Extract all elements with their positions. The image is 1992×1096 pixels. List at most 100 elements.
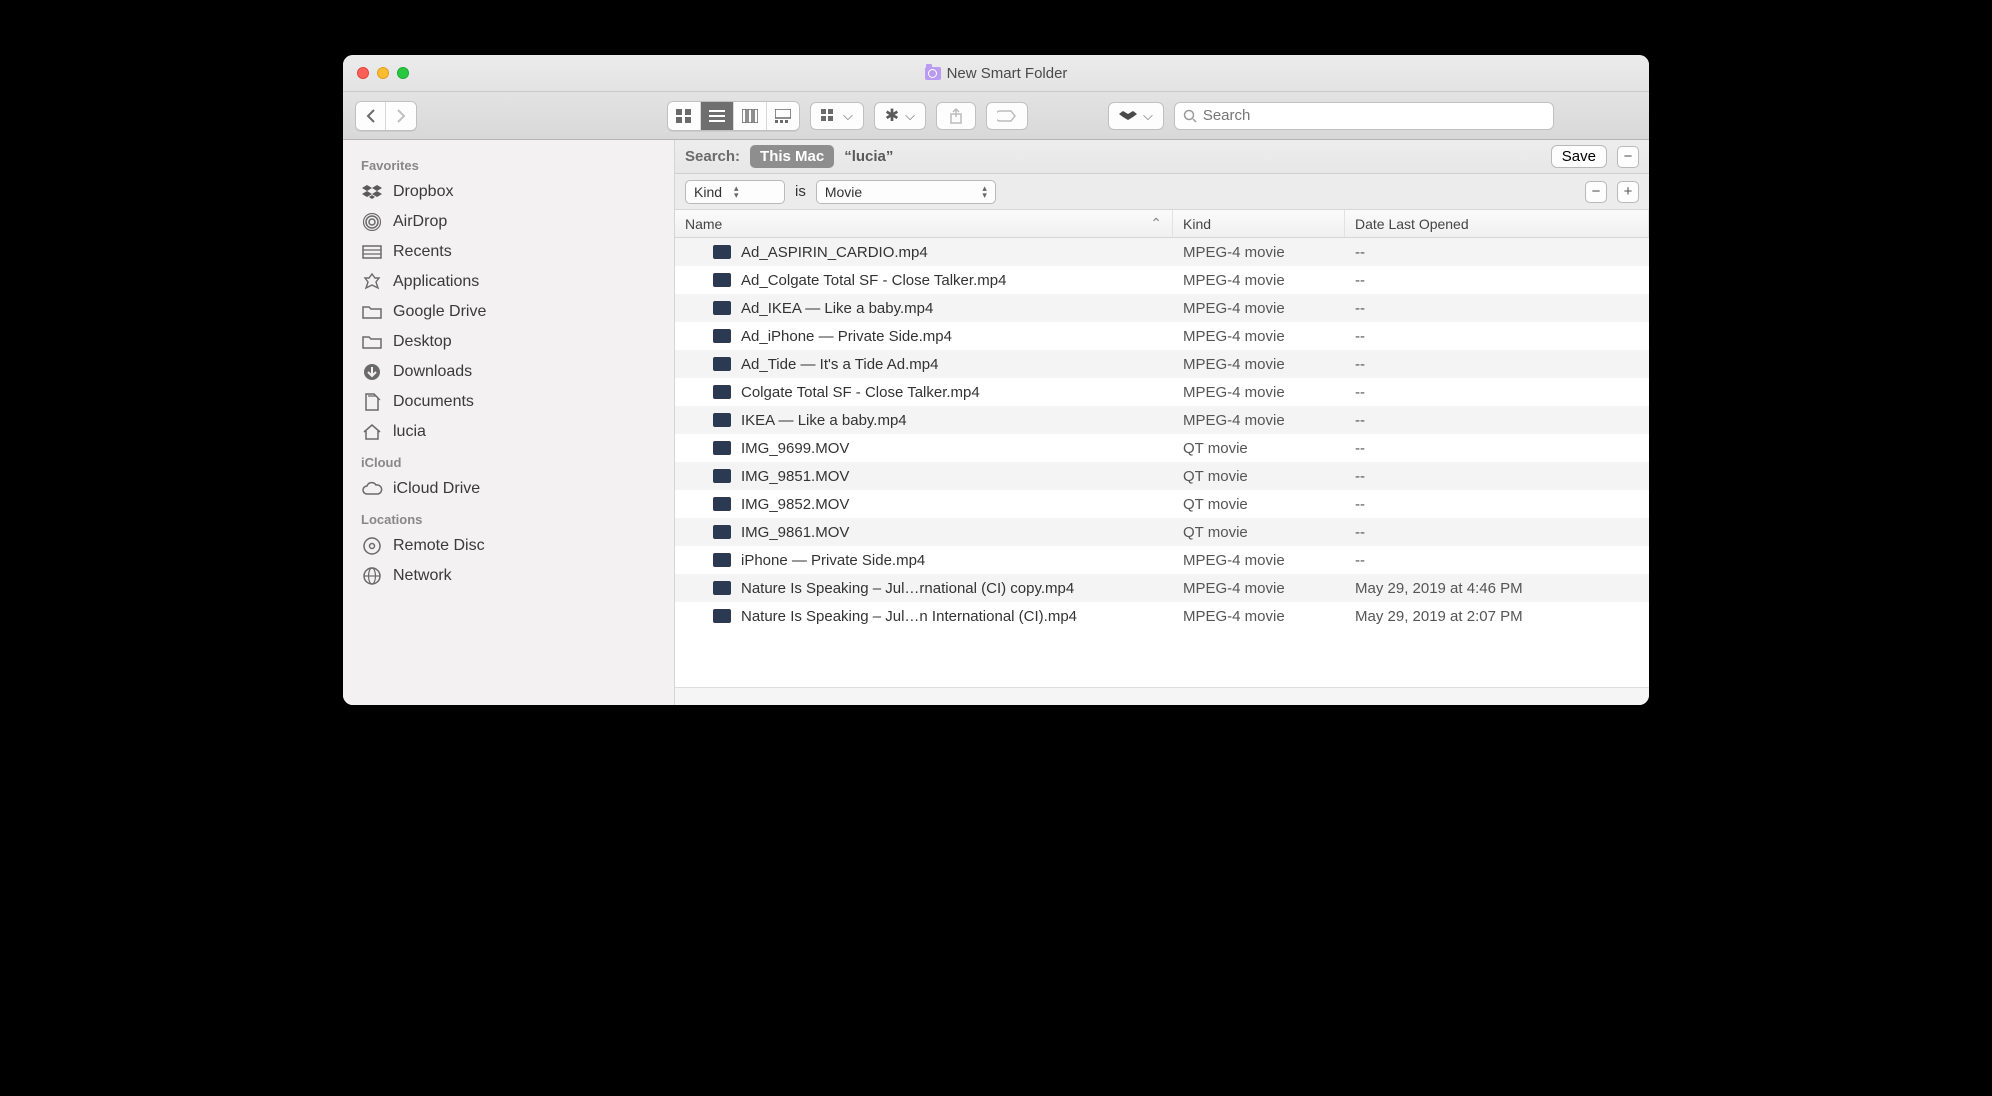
window-title: New Smart Folder — [343, 65, 1649, 82]
forward-button[interactable] — [386, 102, 416, 130]
icon-view-button[interactable] — [668, 102, 701, 130]
file-row[interactable]: Ad_ASPIRIN_CARDIO.mp4MPEG-4 movie-- — [675, 238, 1649, 266]
file-kind: MPEG-4 movie — [1173, 300, 1345, 317]
sort-ascending-icon: ⌃ — [1150, 215, 1162, 232]
criteria-attribute-value: Kind — [694, 184, 722, 200]
close-window-button[interactable] — [357, 67, 369, 79]
sidebar-item-label: Desktop — [393, 333, 452, 351]
scope-bar: Search: This Mac “lucia” Save − — [675, 140, 1649, 174]
sidebar-item-google-drive[interactable]: Google Drive — [343, 297, 674, 327]
sidebar-item-label: Recents — [393, 243, 452, 261]
sidebar-item-downloads[interactable]: Downloads — [343, 357, 674, 387]
file-row[interactable]: Nature Is Speaking – Jul…n International… — [675, 602, 1649, 630]
remove-criteria-button[interactable]: − — [1585, 181, 1607, 203]
file-row[interactable]: iPhone — Private Side.mp4MPEG-4 movie-- — [675, 546, 1649, 574]
file-row[interactable]: Colgate Total SF - Close Talker.mp4MPEG-… — [675, 378, 1649, 406]
column-kind[interactable]: Kind — [1173, 210, 1345, 237]
sidebar-item-airdrop[interactable]: AirDrop — [343, 207, 674, 237]
file-date: -- — [1345, 440, 1649, 457]
sidebar-item-label: Google Drive — [393, 303, 486, 321]
gallery-view-button[interactable] — [767, 102, 799, 130]
file-kind: QT movie — [1173, 440, 1345, 457]
search-input[interactable] — [1203, 107, 1545, 124]
file-row[interactable]: IMG_9699.MOVQT movie-- — [675, 434, 1649, 462]
file-row[interactable]: IKEA — Like a baby.mp4MPEG-4 movie-- — [675, 406, 1649, 434]
dropbox-toolbar-button[interactable]: ⌵ — [1108, 102, 1164, 130]
toolbar: ⌵ ✱ ⌵ ⌵ — [343, 92, 1649, 140]
nav-buttons — [355, 101, 417, 131]
window-title-text: New Smart Folder — [947, 65, 1068, 82]
airdrop-icon — [361, 213, 383, 231]
file-kind: MPEG-4 movie — [1173, 580, 1345, 597]
file-thumbnail-icon — [713, 497, 731, 511]
sidebar-item-recents[interactable]: Recents — [343, 237, 674, 267]
search-field[interactable] — [1174, 102, 1554, 130]
scope-folder[interactable]: “lucia” — [844, 148, 893, 165]
sidebar-item-dropbox[interactable]: Dropbox — [343, 177, 674, 207]
chevron-down-icon: ⌵ — [843, 108, 853, 124]
traffic-lights — [343, 67, 409, 79]
tags-button[interactable] — [986, 102, 1028, 130]
zoom-window-button[interactable] — [397, 67, 409, 79]
horizontal-scrollbar[interactable] — [675, 687, 1649, 705]
back-button[interactable] — [356, 102, 386, 130]
sidebar-item-documents[interactable]: Documents — [343, 387, 674, 417]
sidebar-item-remote-disc[interactable]: Remote Disc — [343, 531, 674, 561]
file-row[interactable]: Ad_Colgate Total SF - Close Talker.mp4MP… — [675, 266, 1649, 294]
sidebar-item-desktop[interactable]: Desktop — [343, 327, 674, 357]
file-row[interactable]: Ad_Tide — It's a Tide Ad.mp4MPEG-4 movie… — [675, 350, 1649, 378]
group-by-button[interactable]: ⌵ — [810, 102, 864, 130]
file-row[interactable]: IMG_9851.MOVQT movie-- — [675, 462, 1649, 490]
file-name: Colgate Total SF - Close Talker.mp4 — [741, 384, 980, 401]
file-kind: MPEG-4 movie — [1173, 244, 1345, 261]
file-date: May 29, 2019 at 2:07 PM — [1345, 608, 1649, 625]
sidebar-item-lucia[interactable]: lucia — [343, 417, 674, 447]
file-thumbnail-icon — [713, 273, 731, 287]
disc-icon — [361, 537, 383, 555]
file-row[interactable]: IMG_9852.MOVQT movie-- — [675, 490, 1649, 518]
file-kind: MPEG-4 movie — [1173, 608, 1345, 625]
sidebar-item-icloud-drive[interactable]: iCloud Drive — [343, 474, 674, 504]
column-view-button[interactable] — [734, 102, 767, 130]
criteria-value-combo[interactable]: Movie ▴▾ — [816, 180, 996, 204]
file-name: iPhone — Private Side.mp4 — [741, 552, 925, 569]
sidebar-item-applications[interactable]: Applications — [343, 267, 674, 297]
file-row[interactable]: Ad_iPhone — Private Side.mp4MPEG-4 movie… — [675, 322, 1649, 350]
sidebar-item-label: Downloads — [393, 363, 472, 381]
share-button[interactable] — [936, 102, 976, 130]
column-header: Name ⌃ Kind Date Last Opened — [675, 210, 1649, 238]
chevron-down-icon: ⌵ — [905, 108, 915, 124]
file-row[interactable]: IMG_9861.MOVQT movie-- — [675, 518, 1649, 546]
updown-icon: ▴▾ — [734, 185, 739, 199]
folder-icon — [361, 333, 383, 351]
home-icon — [361, 423, 383, 441]
file-name: Nature Is Speaking – Jul…rnational (CI) … — [741, 580, 1074, 597]
file-row[interactable]: Nature Is Speaking – Jul…rnational (CI) … — [675, 574, 1649, 602]
file-row[interactable]: Ad_IKEA — Like a baby.mp4MPEG-4 movie-- — [675, 294, 1649, 322]
save-button[interactable]: Save — [1551, 145, 1607, 168]
search-icon — [1183, 109, 1197, 123]
file-kind: QT movie — [1173, 468, 1345, 485]
list-view-button[interactable] — [701, 102, 734, 130]
criteria-value: Movie — [825, 184, 862, 200]
sidebar-item-label: Documents — [393, 393, 474, 411]
scope-this-mac[interactable]: This Mac — [750, 145, 834, 168]
main-content: Search: This Mac “lucia” Save − Kind ▴▾ … — [675, 140, 1649, 705]
column-name[interactable]: Name ⌃ — [675, 210, 1173, 237]
file-date: -- — [1345, 468, 1649, 485]
sidebar-item-network[interactable]: Network — [343, 561, 674, 591]
file-thumbnail-icon — [713, 609, 731, 623]
file-name: Ad_iPhone — Private Side.mp4 — [741, 328, 952, 345]
file-date: -- — [1345, 300, 1649, 317]
criteria-attribute-combo[interactable]: Kind ▴▾ — [685, 180, 785, 204]
file-thumbnail-icon — [713, 525, 731, 539]
add-criteria-button[interactable]: + — [1617, 181, 1639, 203]
file-thumbnail-icon — [713, 441, 731, 455]
column-date[interactable]: Date Last Opened — [1345, 210, 1649, 237]
action-button[interactable]: ✱ ⌵ — [874, 102, 926, 130]
file-name: Ad_ASPIRIN_CARDIO.mp4 — [741, 244, 928, 261]
file-name: IKEA — Like a baby.mp4 — [741, 412, 907, 429]
minimize-window-button[interactable] — [377, 67, 389, 79]
collapse-criteria-button[interactable]: − — [1617, 146, 1639, 168]
file-date: -- — [1345, 412, 1649, 429]
